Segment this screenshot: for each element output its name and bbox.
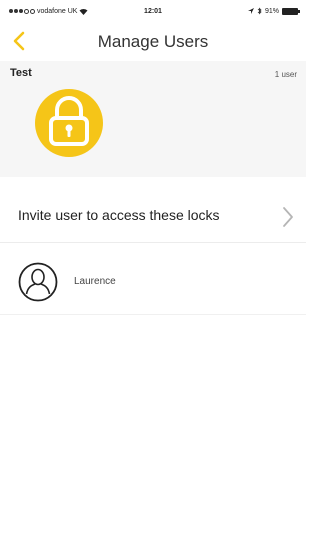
location-icon <box>247 7 254 14</box>
bluetooth-icon <box>257 7 262 15</box>
lock-group-section: Test 1 user <box>0 61 306 177</box>
user-count: 1 user <box>274 70 297 79</box>
invite-user-label: Invite user to access these locks <box>18 207 220 223</box>
battery-percent: 91% <box>264 7 279 15</box>
group-name: Test <box>10 67 32 79</box>
status-bar: vodafone UK 12:01 91% <box>0 0 306 24</box>
page-title: Manage Users <box>97 32 209 51</box>
padlock-icon <box>35 89 103 157</box>
user-avatar-icon <box>18 262 58 302</box>
user-name: Laurence <box>74 276 116 287</box>
user-row[interactable]: Laurence <box>0 252 306 315</box>
status-right: 91% <box>247 7 300 15</box>
nav-bar: Manage Users <box>0 28 306 58</box>
chevron-right-icon <box>283 207 293 227</box>
invite-user-row[interactable]: Invite user to access these locks <box>0 190 306 243</box>
battery-icon <box>282 7 300 15</box>
